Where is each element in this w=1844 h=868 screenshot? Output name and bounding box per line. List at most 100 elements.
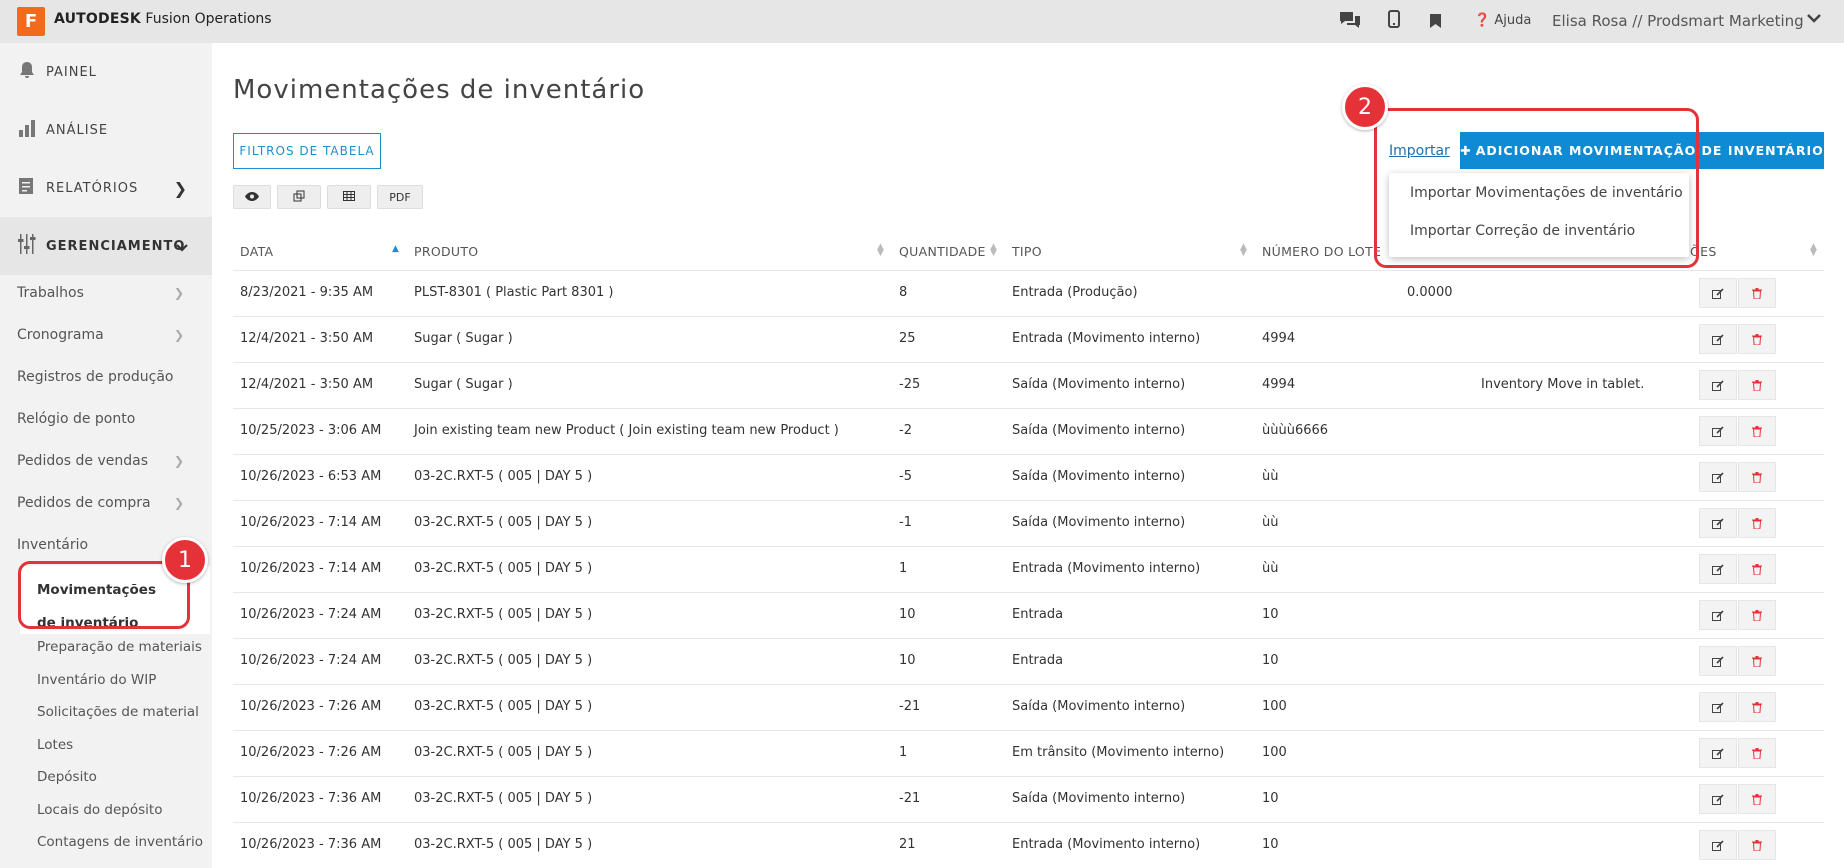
table-row[interactable]: 10/26/2023 - 7:26 AM 03-2C.RXT-5 ( 005 | … [233,730,1824,776]
delete-button[interactable] [1738,646,1776,676]
trash-icon [1752,379,1762,391]
edit-button[interactable] [1699,646,1737,676]
edit-icon [1712,563,1724,575]
sidebar-item-trabalhos[interactable]: Trabalhos ❯ [0,272,212,314]
trash-icon [1752,517,1762,529]
table-row[interactable]: 10/26/2023 - 7:14 AM 03-2C.RXT-5 ( 005 | … [233,500,1824,546]
cell-quantity: 10 [899,653,916,668]
sort-icon: ▲ ▼ [877,242,884,258]
header-numero-lote[interactable]: NÚMERO DO LOTE [1262,244,1381,259]
delete-button[interactable] [1738,508,1776,538]
header-data[interactable]: DATA [240,244,273,259]
sidebar-item-relatorios[interactable]: RELATÓRIOS ❯ [0,159,212,217]
mobile-icon[interactable] [1388,10,1400,33]
cell-quantity: -2 [899,423,912,438]
delete-button[interactable] [1738,600,1776,630]
table-row[interactable]: 10/26/2023 - 7:36 AM 03-2C.RXT-5 ( 005 | … [233,776,1824,822]
sidebar-item-contagens[interactable]: Contagens de inventário [37,834,209,850]
cell-type: Saída (Movimento interno) [1012,699,1186,714]
table-row[interactable]: 10/26/2023 - 7:14 AM 03-2C.RXT-5 ( 005 | … [233,546,1824,592]
cell-date: 10/26/2023 - 7:36 AM [240,791,382,806]
sidebar-item-pedidos-compra[interactable]: Pedidos de compra ❯ [0,482,212,524]
edit-button[interactable] [1699,278,1737,308]
delete-button[interactable] [1738,278,1776,308]
help-link[interactable]: ❓ Ajuda [1474,13,1531,28]
edit-button[interactable] [1699,600,1737,630]
sidebar-item-pedidos-vendas[interactable]: Pedidos de vendas ❯ [0,440,212,482]
delete-button[interactable] [1738,692,1776,722]
sidebar-item-registros[interactable]: Registros de produção [0,356,212,398]
sidebar-label: Trabalhos [17,285,84,301]
visibility-button[interactable] [233,185,271,209]
delete-button[interactable] [1738,324,1776,354]
sidebar-item-wip[interactable]: Inventário do WIP [37,672,209,688]
chevron-down-icon[interactable] [1807,11,1821,27]
sidebar-item-solicitacoes[interactable]: Solicitações de material [37,704,209,720]
pdf-button[interactable]: PDF [377,185,423,209]
edit-button[interactable] [1699,416,1737,446]
edit-button[interactable] [1699,692,1737,722]
table-row[interactable]: 10/26/2023 - 7:36 AM 03-2C.RXT-5 ( 005 | … [233,822,1824,868]
delete-button[interactable] [1738,462,1776,492]
edit-button[interactable] [1699,462,1737,492]
user-menu[interactable]: Elisa Rosa // Prodsmart Marketing [1552,12,1804,30]
bookmark-icon[interactable] [1430,13,1441,33]
table-row[interactable]: 10/26/2023 - 7:26 AM 03-2C.RXT-5 ( 005 | … [233,684,1824,730]
chat-icon[interactable] [1338,10,1362,35]
table-row[interactable]: 8/23/2021 - 9:35 AM PLST-8301 ( Plastic P… [233,270,1824,316]
sidebar-item-deposito[interactable]: Depósito [37,769,209,785]
header-tipo[interactable]: TIPO [1012,244,1042,259]
cell-lot: 100 [1262,745,1287,760]
delete-button[interactable] [1738,554,1776,584]
report-icon [18,177,40,200]
sidebar-item-relogio[interactable]: Relógio de ponto [0,398,212,440]
brand-bold: AUTODESK [54,11,141,27]
table-row[interactable]: 12/4/2021 - 3:50 AM Sugar ( Sugar ) -25 Saí… [233,362,1824,408]
table-filters-button[interactable]: FILTROS DE TABELA [233,133,381,169]
delete-button[interactable] [1738,738,1776,768]
bell-icon [18,61,40,84]
cell-type: Entrada (Produção) [1012,285,1138,300]
cell-product: 03-2C.RXT-5 ( 005 | DAY 5 ) [414,561,593,576]
edit-button[interactable] [1699,324,1737,354]
edit-button[interactable] [1699,784,1737,814]
edit-icon [1712,425,1724,437]
callout-badge-2: 2 [1342,84,1388,130]
excel-button[interactable] [327,185,371,209]
cell-type: Entrada (Movimento interno) [1012,331,1201,346]
edit-icon [1712,517,1724,529]
sidebar-item-painel[interactable]: PAINEL [0,43,212,101]
table-row[interactable]: 10/25/2023 - 3:06 AM Join existing team n… [233,408,1824,454]
edit-button[interactable] [1699,370,1737,400]
table-row[interactable]: 12/4/2021 - 3:50 AM Sugar ( Sugar ) 25 Entr… [233,316,1824,362]
delete-button[interactable] [1738,370,1776,400]
sidebar-item-gerenciamento[interactable]: GERENCIAMENTO [0,217,212,275]
edit-button[interactable] [1699,738,1737,768]
cell-lot: ùù [1262,469,1279,484]
edit-button[interactable] [1699,508,1737,538]
sidebar-item-lotes[interactable]: Lotes [37,737,209,753]
header-produto[interactable]: PRODUTO [414,244,478,259]
delete-button[interactable] [1738,830,1776,860]
sidebar-item-cronograma[interactable]: Cronograma ❯ [0,314,212,356]
cell-product: PLST-8301 ( Plastic Part 8301 ) [414,285,614,300]
fusion-logo[interactable]: F [17,7,45,36]
delete-button[interactable] [1738,784,1776,814]
cell-lot: ùù [1262,515,1279,530]
sidebar-item-preparacao[interactable]: Preparação de materiais [37,639,209,655]
table-row[interactable]: 10/26/2023 - 7:24 AM 03-2C.RXT-5 ( 005 | … [233,592,1824,638]
sidebar-item-locais[interactable]: Locais do depósito [37,802,209,818]
edit-button[interactable] [1699,554,1737,584]
header-quantidade[interactable]: QUANTIDADE [899,244,986,259]
edit-button[interactable] [1699,830,1737,860]
table-row[interactable]: 10/26/2023 - 7:24 AM 03-2C.RXT-5 ( 005 | … [233,638,1824,684]
table-row[interactable]: 10/26/2023 - 6:53 AM 03-2C.RXT-5 ( 005 | … [233,454,1824,500]
delete-button[interactable] [1738,416,1776,446]
sidebar-item-analise[interactable]: ANÁLISE [0,101,212,159]
cell-date: 10/26/2023 - 7:26 AM [240,699,382,714]
cell-value: 0.0000 [1407,285,1453,300]
copy-button[interactable] [277,185,321,209]
cell-date: 10/26/2023 - 7:36 AM [240,837,382,852]
cell-product: 03-2C.RXT-5 ( 005 | DAY 5 ) [414,745,593,760]
cell-type: Entrada (Movimento interno) [1012,837,1201,852]
